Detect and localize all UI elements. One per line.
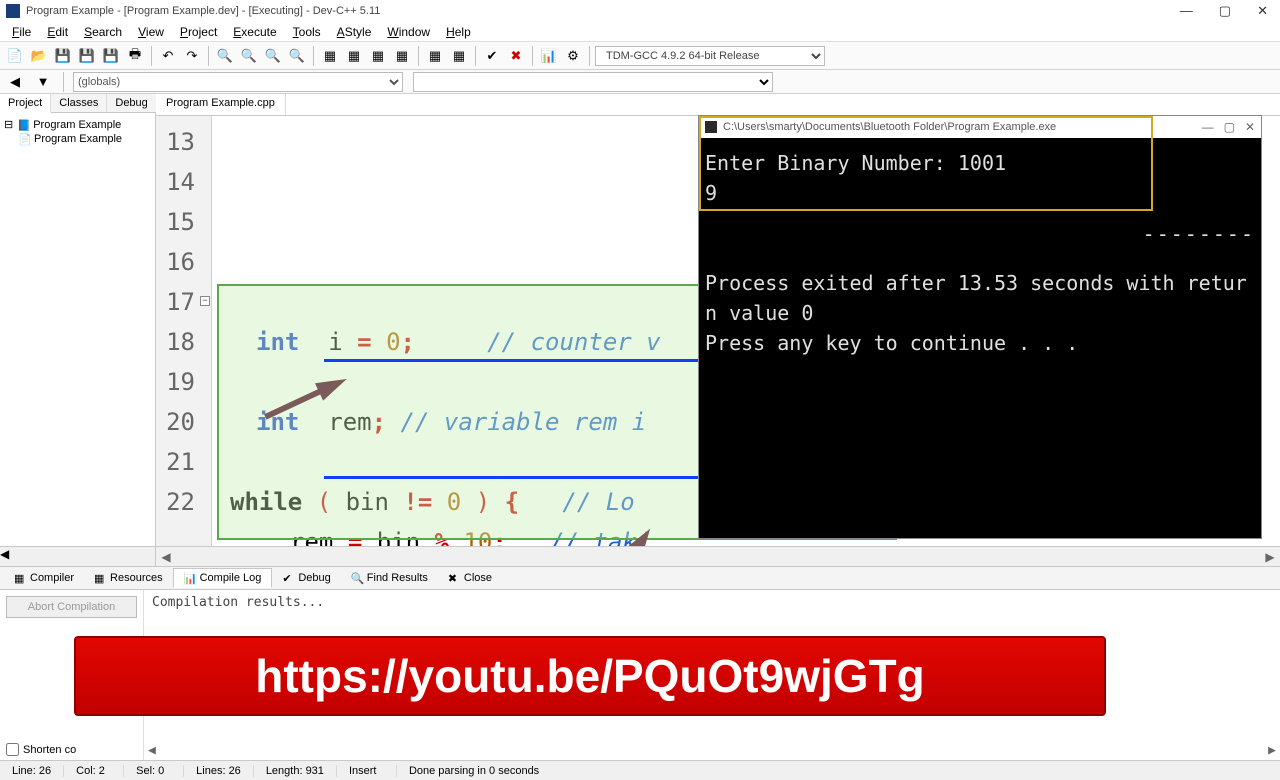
chart-icon[interactable]: 📊 — [538, 45, 560, 67]
bottom-tab-close[interactable]: ✖Close — [438, 569, 502, 587]
side-tab-project[interactable]: Project — [0, 94, 51, 113]
compile-icon[interactable]: ▦ — [319, 45, 341, 67]
profile-icon[interactable]: ✔ — [481, 45, 503, 67]
overlay-banner: https://youtu.be/PQuOt9wjGTg — [74, 636, 1106, 716]
member-select[interactable] — [413, 72, 773, 92]
status-bar: Line: 26 Col: 2 Sel: 0 Lines: 26 Length:… — [0, 760, 1280, 780]
window-title: Program Example - [Program Example.dev] … — [26, 5, 380, 17]
status-line: Line: 26 — [0, 765, 64, 777]
file-icon: 📄 — [18, 133, 30, 145]
find-icon[interactable]: 🔍 — [214, 45, 236, 67]
console-maximize-button[interactable]: ▢ — [1224, 112, 1235, 142]
options-icon[interactable]: ⚙ — [562, 45, 584, 67]
project-icon: 📘 — [17, 119, 29, 131]
console-minimize-button[interactable]: — — [1202, 112, 1214, 142]
hscroll-bar: ◀ ◀ ▶ — [0, 546, 1280, 566]
window-title-bar: Program Example - [Program Example.dev] … — [0, 0, 1280, 22]
status-mode: Insert — [337, 765, 397, 777]
tree-item[interactable]: 📄 Program Example — [4, 132, 151, 146]
project-tree[interactable]: ⊟📘 Program Example 📄 Program Example — [0, 113, 155, 150]
new-file-icon[interactable]: 📄 — [4, 45, 26, 67]
maximize-button[interactable]: ▢ — [1213, 3, 1237, 19]
menu-search[interactable]: Search — [76, 25, 130, 39]
bottom-tab-debug[interactable]: ✔Debug — [272, 569, 340, 587]
debug-icon[interactable]: ▦ — [424, 45, 446, 67]
status-lines: Lines: 26 — [184, 765, 254, 777]
goto-icon[interactable]: 🔍 — [286, 45, 308, 67]
console-title-bar[interactable]: C:\Users\smarty\Documents\Bluetooth Fold… — [699, 116, 1261, 138]
close-button[interactable]: ✕ — [1251, 3, 1274, 19]
dropdown-icon[interactable]: ▼ — [32, 71, 54, 93]
scroll-left-icon[interactable]: ◀ — [0, 547, 9, 561]
console-close-button[interactable]: ✕ — [1245, 112, 1255, 142]
menu-view[interactable]: View — [130, 25, 172, 39]
toolbar: 📄 📂 💾 💾 💾 🖶 ↶ ↷ 🔍 🔍 🔍 🔍 ▦ ▦ ▦ ▦ ▦ ▦ ✔ ✖ … — [0, 42, 1280, 70]
delete-icon[interactable]: ✖ — [505, 45, 527, 67]
line-gutter: 1314151617−1819202122 — [156, 116, 212, 546]
scope-select[interactable]: (globals) — [73, 72, 403, 92]
scroll-right-icon[interactable]: ▶ — [1262, 550, 1278, 564]
side-tab-debug[interactable]: Debug — [107, 94, 156, 112]
open-file-icon[interactable]: 📂 — [28, 45, 50, 67]
compiler-select[interactable]: TDM-GCC 4.9.2 64-bit Release — [595, 46, 825, 66]
editor-tab[interactable]: Program Example.cpp — [156, 94, 286, 115]
abort-compilation-button: Abort Compilation — [6, 596, 137, 618]
menu-file[interactable]: File — [4, 25, 39, 39]
console-icon — [705, 121, 717, 133]
replace-icon[interactable]: 🔍 — [238, 45, 260, 67]
rebuild-icon[interactable]: ▦ — [391, 45, 413, 67]
console-output: Enter Binary Number: 1001 9 -------- Pro… — [699, 138, 1261, 364]
scroll-left-icon[interactable]: ◀ — [158, 550, 174, 564]
stop-icon[interactable]: ▦ — [448, 45, 470, 67]
project-panel: ProjectClassesDebug ⊟📘 Program Example 📄… — [0, 94, 156, 546]
status-message: Done parsing in 0 seconds — [397, 765, 1280, 777]
menu-bar[interactable]: FileEditSearchViewProjectExecuteToolsASt… — [0, 22, 1280, 42]
compile-run-icon[interactable]: ▦ — [367, 45, 389, 67]
app-icon — [6, 4, 20, 18]
side-tab-classes[interactable]: Classes — [51, 94, 107, 112]
status-sel: Sel: 0 — [124, 765, 184, 777]
menu-help[interactable]: Help — [438, 25, 479, 39]
scroll-right-icon[interactable]: ▶ — [1268, 742, 1276, 760]
menu-project[interactable]: Project — [172, 25, 225, 39]
saveas-icon[interactable]: 💾 — [100, 45, 122, 67]
menu-tools[interactable]: Tools — [285, 25, 329, 39]
back-icon[interactable]: ◀ — [4, 71, 26, 93]
menu-window[interactable]: Window — [379, 25, 438, 39]
bottom-tab-compile-log[interactable]: 📊Compile Log — [173, 568, 273, 588]
run-icon[interactable]: ▦ — [343, 45, 365, 67]
menu-astyle[interactable]: AStyle — [329, 25, 380, 39]
shorten-checkbox[interactable]: Shorten co — [6, 743, 137, 756]
scope-bar: ◀ ▼ (globals) — [0, 70, 1280, 94]
bottom-tabs: ▦Compiler▦Resources📊Compile Log✔Debug🔍Fi… — [0, 566, 1280, 590]
saveall-icon[interactable]: 💾 — [76, 45, 98, 67]
annotation-underline — [324, 359, 744, 362]
bottom-tab-find-results[interactable]: 🔍Find Results — [341, 569, 438, 587]
findnext-icon[interactable]: 🔍 — [262, 45, 284, 67]
bottom-tab-compiler[interactable]: ▦Compiler — [4, 569, 84, 587]
bottom-tab-resources[interactable]: ▦Resources — [84, 569, 173, 587]
tree-root[interactable]: ⊟📘 Program Example — [4, 117, 151, 132]
menu-edit[interactable]: Edit — [39, 25, 76, 39]
undo-icon[interactable]: ↶ — [157, 45, 179, 67]
minimize-button[interactable]: — — [1174, 3, 1199, 19]
menu-execute[interactable]: Execute — [225, 25, 284, 39]
status-length: Length: 931 — [254, 765, 337, 777]
scroll-left-icon[interactable]: ◀ — [148, 742, 156, 760]
status-col: Col: 2 — [64, 765, 124, 777]
save-icon[interactable]: 💾 — [52, 45, 74, 67]
console-window[interactable]: C:\Users\smarty\Documents\Bluetooth Fold… — [698, 115, 1262, 539]
print-icon[interactable]: 🖶 — [124, 45, 146, 67]
redo-icon[interactable]: ↷ — [181, 45, 203, 67]
